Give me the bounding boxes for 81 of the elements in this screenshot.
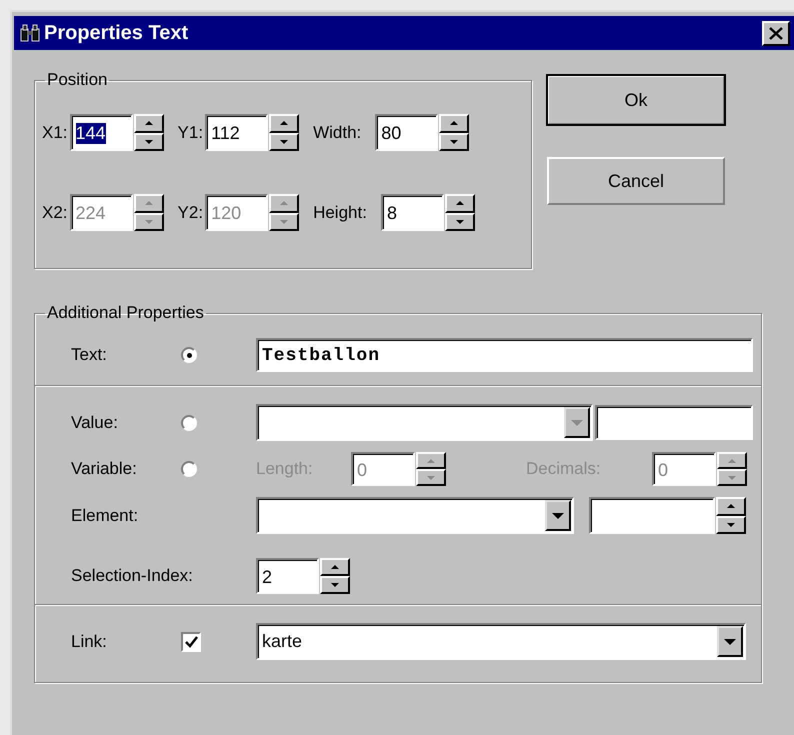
- up-arrow-icon: [427, 458, 435, 462]
- field-label: X1:: [42, 122, 68, 142]
- up-arrow-icon: [727, 504, 735, 508]
- binoculars-icon: [20, 24, 40, 42]
- down-arrow-icon: [552, 512, 564, 518]
- field-label: Element:: [71, 506, 138, 524]
- radio-button[interactable]: [181, 347, 197, 363]
- number-field[interactable]: 2: [256, 558, 319, 594]
- spin-down-button[interactable]: [269, 132, 300, 151]
- up-arrow-icon: [280, 201, 288, 206]
- up-arrow-icon: [456, 201, 464, 206]
- ok-button[interactable]: Ok: [547, 75, 725, 125]
- up-arrow-icon: [144, 121, 153, 126]
- up-arrow-icon: [450, 121, 458, 126]
- number-field[interactable]: 80: [375, 114, 438, 151]
- spin-up-button[interactable]: [269, 114, 300, 132]
- down-arrow-icon: [456, 220, 464, 224]
- field-label: Variable:: [71, 459, 138, 479]
- number-field[interactable]: 8: [380, 194, 444, 231]
- spin-down-button[interactable]: [269, 212, 300, 231]
- down-arrow-icon: [427, 476, 435, 480]
- spin-up-button[interactable]: [320, 558, 350, 576]
- down-arrow-icon: [144, 140, 153, 144]
- checkmark-icon: [184, 636, 198, 648]
- radio-button[interactable]: [181, 414, 197, 430]
- element-dropdown[interactable]: [256, 497, 574, 534]
- down-arrow-icon: [571, 420, 583, 426]
- spin-down-button[interactable]: [134, 212, 164, 231]
- dropdown-button[interactable]: [545, 500, 571, 531]
- down-arrow-icon: [144, 220, 153, 224]
- checkbox[interactable]: [181, 632, 201, 652]
- spin-up-button[interactable]: [716, 497, 746, 516]
- spin-up-button[interactable]: [134, 114, 164, 132]
- field-label: Selection-Index:: [71, 566, 193, 585]
- link-dropdown[interactable]: karte: [256, 623, 746, 660]
- value-dropdown[interactable]: [256, 404, 593, 441]
- spin-up-button[interactable]: [134, 194, 164, 212]
- text-field[interactable]: Testballon: [256, 338, 753, 372]
- down-arrow-icon: [728, 476, 736, 480]
- spin-down-button[interactable]: [134, 132, 164, 151]
- value-field[interactable]: [595, 405, 753, 440]
- radio-button[interactable]: [181, 461, 197, 477]
- up-arrow-icon: [728, 458, 736, 462]
- up-arrow-icon: [331, 565, 339, 569]
- spin-up-button[interactable]: [717, 452, 747, 469]
- close-button[interactable]: [762, 20, 790, 46]
- field-label: Y2:: [178, 202, 204, 222]
- spin-up-button[interactable]: [444, 194, 475, 212]
- group-title: Position: [46, 70, 108, 90]
- field-label: Link:: [71, 632, 108, 652]
- spin-down-button[interactable]: [716, 516, 746, 534]
- spin-down-button[interactable]: [320, 576, 350, 594]
- spin-up-button[interactable]: [269, 194, 300, 212]
- field-label: Text:: [71, 345, 108, 365]
- dropdown-button[interactable]: [717, 626, 743, 657]
- number-field[interactable]: 112: [205, 114, 268, 151]
- cancel-button[interactable]: Cancel: [547, 157, 725, 205]
- field-label: X2:: [42, 202, 68, 222]
- down-arrow-icon: [727, 522, 735, 527]
- window-title: Properties Text: [44, 22, 190, 44]
- down-arrow-icon: [280, 140, 288, 144]
- field-label: Width:: [313, 122, 362, 142]
- spin-down-button[interactable]: [439, 132, 470, 151]
- field-label: Height:: [313, 202, 367, 222]
- spin-down-button[interactable]: [717, 469, 747, 486]
- number-field[interactable]: [589, 497, 715, 534]
- down-arrow-icon: [280, 220, 288, 224]
- field-label: Y1:: [178, 122, 204, 142]
- spin-up-button[interactable]: [416, 452, 446, 469]
- down-arrow-icon: [724, 638, 736, 644]
- up-arrow-icon: [144, 201, 153, 206]
- group-title: Additional Properties: [46, 303, 205, 323]
- field-label: Value:: [71, 412, 119, 432]
- spin-down-button[interactable]: [444, 212, 475, 231]
- up-arrow-icon: [280, 121, 288, 126]
- spin-up-button[interactable]: [439, 114, 470, 132]
- down-arrow-icon: [331, 583, 339, 587]
- spin-down-button[interactable]: [416, 469, 446, 486]
- close-icon: [769, 26, 783, 40]
- down-arrow-icon: [450, 140, 458, 144]
- number-field[interactable]: 144: [70, 114, 133, 151]
